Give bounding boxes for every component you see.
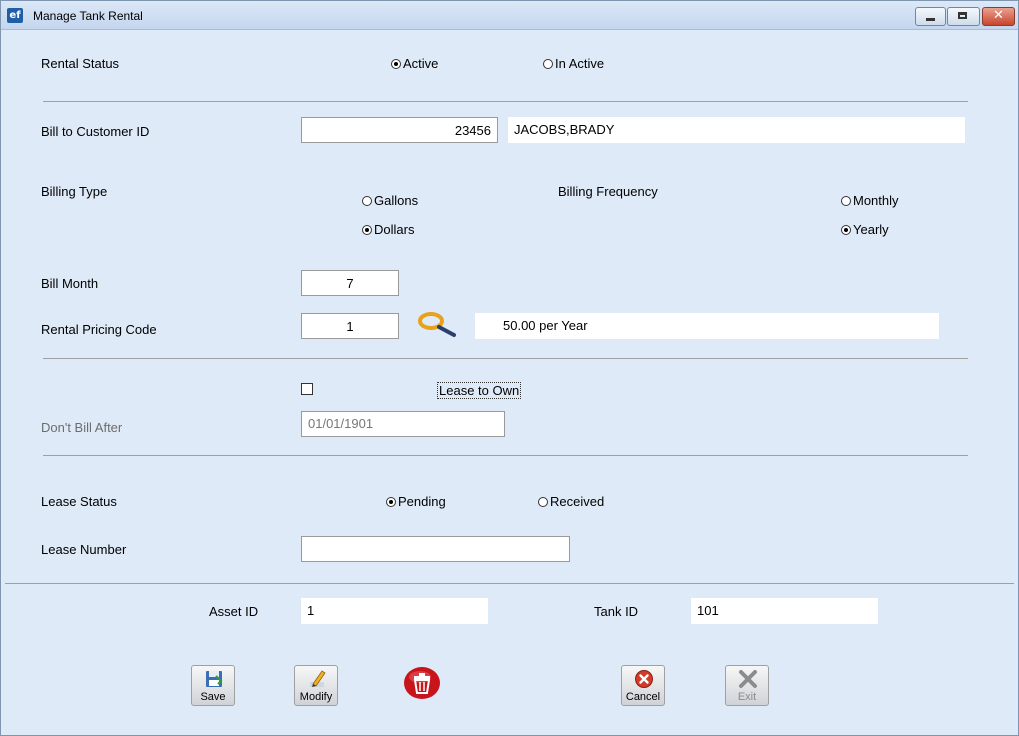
rental-status-active-label: Active [403,56,439,71]
radio-dot-selected [386,496,396,507]
dont-bill-after-label: Don't Bill After [41,420,123,435]
rental-pricing-code-field[interactable]: 1 [301,313,399,339]
rental-status-label: Rental Status [41,56,120,71]
modify-button-label: Modify [299,691,333,703]
rental-pricing-code-label: Rental Pricing Code [41,322,157,337]
exit-button-label: Exit [737,691,757,703]
lease-status-received-label: Received [550,494,605,509]
billing-type-gallons-label: Gallons [374,193,419,208]
billing-type-dollars-label: Dollars [374,222,415,237]
rental-status-inactive-label: In Active [555,56,605,71]
billing-frequency-monthly-radio[interactable]: Monthly [841,193,899,208]
dont-bill-after-field: 01/01/1901 [301,411,505,437]
tank-id-label: Tank ID [594,604,639,619]
radio-dot-selected [841,224,851,235]
asset-id-label: Asset ID [209,604,259,619]
magnifier-icon[interactable] [417,311,459,341]
cancel-button-label: Cancel [625,691,661,703]
radio-dot [543,58,553,69]
billing-frequency-yearly-label: Yearly [853,222,889,237]
delete-button[interactable] [403,666,441,700]
bill-month-field[interactable]: 7 [301,270,399,296]
section-divider [43,101,968,102]
rental-status-active-radio[interactable]: Active [391,56,438,71]
billing-frequency-monthly-label: Monthly [853,193,899,208]
close-icon: ✕ [993,8,1004,23]
billing-type-label: Billing Type [41,184,108,199]
exit-x-icon [739,670,757,688]
radio-dot-selected [362,224,372,235]
lease-number-field[interactable] [301,536,570,562]
asset-id-field: 1 [301,598,488,624]
bill-to-customer-label: Bill to Customer ID [41,124,150,139]
rental-status-inactive-radio[interactable]: In Active [543,56,604,71]
section-divider [43,358,968,359]
minimize-icon [926,18,935,21]
cancel-button[interactable]: Cancel [621,665,665,706]
minimize-button[interactable] [915,7,946,26]
customer-name-field: JACOBS,BRADY [508,117,965,143]
lease-status-label: Lease Status [41,494,117,509]
bill-month-label: Bill Month [41,276,99,291]
billing-type-gallons-radio[interactable]: Gallons [362,193,418,208]
radio-dot-selected [391,58,401,69]
tank-id-field: 101 [691,598,878,624]
save-button[interactable]: Save [191,665,235,706]
floppy-disk-icon [206,671,223,687]
lease-status-received-radio[interactable]: Received [538,494,604,509]
manage-tank-rental-window: ef Manage Tank Rental ✕ Rental Status Ac… [0,0,1019,736]
radio-dot [841,195,851,206]
billing-type-dollars-radio[interactable]: Dollars [362,222,414,237]
maximize-icon [958,12,967,19]
customer-id-field[interactable]: 23456 [301,117,498,143]
close-button[interactable]: ✕ [982,7,1015,26]
window-title: Manage Tank Rental [33,9,143,23]
lease-to-own-label[interactable]: Lease to Own [437,382,522,399]
section-divider [43,455,968,456]
pencil-icon [310,670,326,687]
lease-status-pending-radio[interactable]: Pending [386,494,446,509]
lease-to-own-checkbox[interactable] [301,383,313,395]
maximize-button[interactable] [947,7,980,26]
section-divider [5,583,1014,584]
save-button-label: Save [200,691,226,703]
title-bar[interactable]: ef Manage Tank Rental ✕ [1,1,1018,30]
exit-button[interactable]: Exit [725,665,769,706]
radio-dot [538,496,548,507]
cancel-icon [635,670,653,688]
radio-dot [362,195,372,206]
lease-number-label: Lease Number [41,542,127,557]
app-icon: ef [7,8,23,23]
billing-frequency-yearly-radio[interactable]: Yearly [841,222,889,237]
billing-frequency-label: Billing Frequency [558,184,658,199]
lease-status-pending-label: Pending [398,494,446,509]
modify-button[interactable]: Modify [294,665,338,706]
rental-pricing-description: 50.00 per Year [475,313,939,339]
